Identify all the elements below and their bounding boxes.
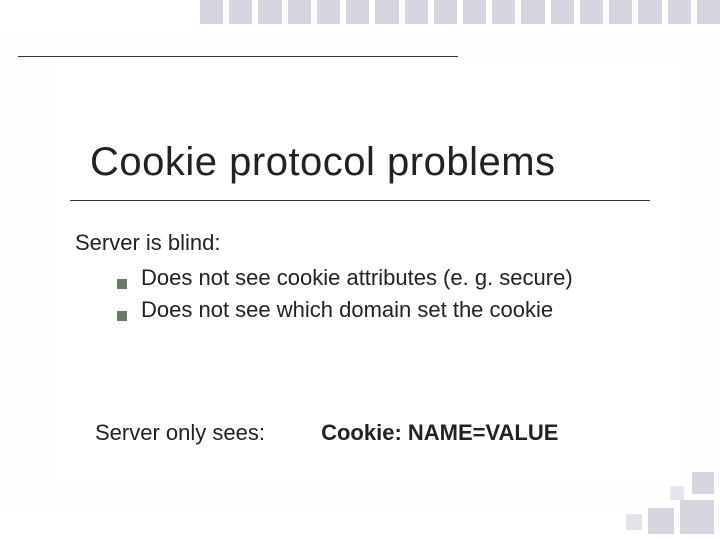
bullet-list: Does not see cookie attributes (e. g. se…	[117, 262, 660, 326]
bullet-text: Does not see cookie attributes (e. g. se…	[141, 262, 573, 294]
footer-line: Server only sees: Cookie: NAME=VALUE	[95, 420, 660, 446]
footer-label: Server only sees:	[95, 420, 265, 446]
slide-title: Cookie protocol problems	[90, 140, 556, 185]
footer-value: Cookie: NAME=VALUE	[321, 420, 558, 446]
bullet-text: Does not see which domain set the cookie	[141, 294, 553, 326]
list-item: Does not see which domain set the cookie	[117, 294, 660, 326]
lead-text: Server is blind:	[75, 230, 660, 256]
square-bullet-icon	[117, 279, 127, 289]
title-underline	[70, 200, 650, 201]
top-square-row	[200, 0, 720, 24]
square-bullet-icon	[117, 311, 127, 321]
slide-body: Server is blind: Does not see cookie att…	[75, 230, 660, 326]
bottom-right-square-cluster	[594, 454, 714, 534]
list-item: Does not see cookie attributes (e. g. se…	[117, 262, 660, 294]
top-divider	[18, 56, 458, 57]
